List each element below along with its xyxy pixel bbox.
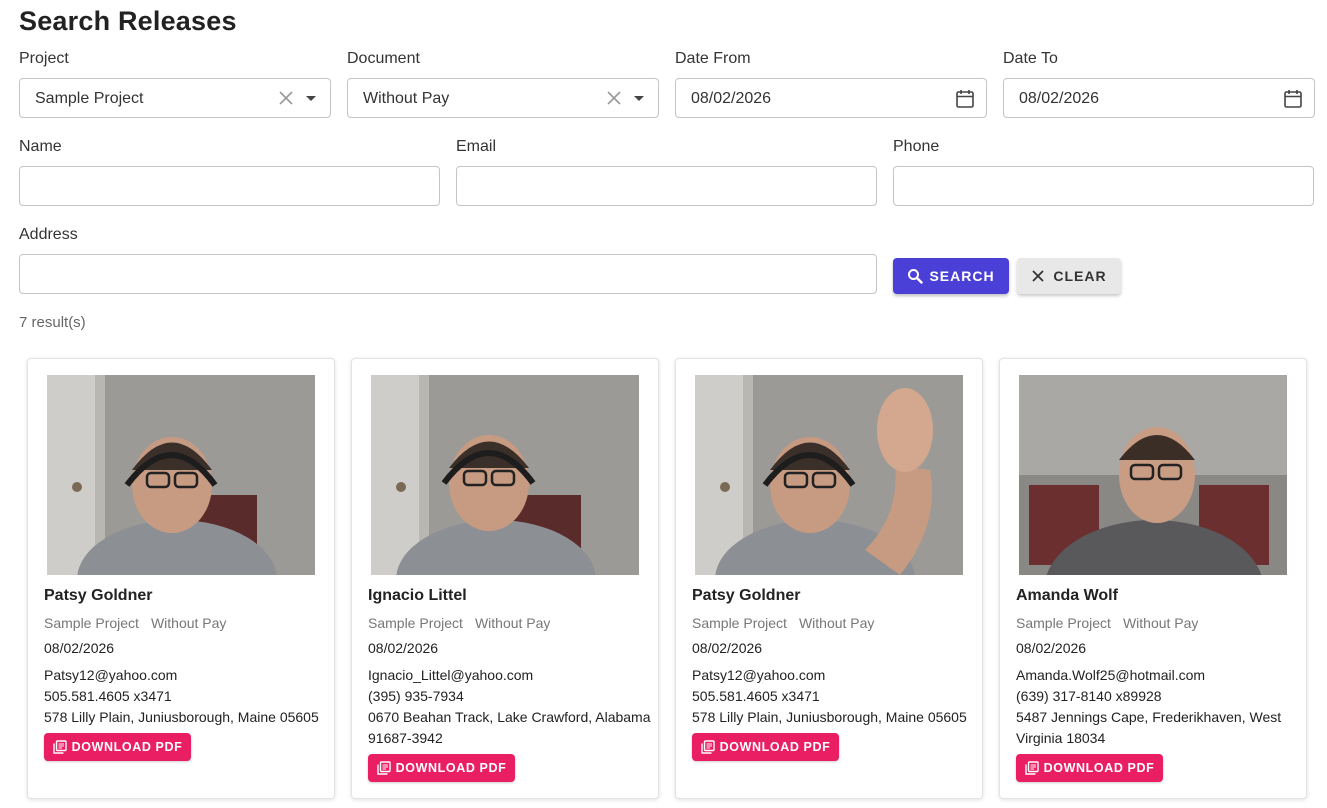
date-to-value: 08/02/2026 (1019, 90, 1100, 107)
email-field[interactable] (456, 166, 877, 206)
pdf-icon (376, 761, 391, 775)
card-project: Sample Project (1016, 615, 1111, 631)
project-label: Project (19, 50, 69, 67)
card-contact: Patsy12@yahoo.com 505.581.4605 x3471 578… (692, 665, 976, 728)
card-meta: Sample Project Without Pay (1016, 615, 1198, 631)
project-select[interactable]: Sample Project (19, 78, 331, 118)
card-date: 08/02/2026 (44, 640, 115, 656)
card-name: Patsy Goldner (44, 587, 153, 604)
project-value: Sample Project (35, 90, 144, 107)
clear-document-icon[interactable] (604, 88, 624, 108)
download-pdf-button[interactable]: DOWNLOAD PDF (368, 754, 515, 782)
document-value: Without Pay (363, 90, 450, 107)
close-icon (1032, 270, 1045, 282)
results-count: 7 result(s) (19, 314, 86, 331)
card-document: Without Pay (150, 615, 227, 631)
document-label: Document (347, 50, 420, 67)
date-to-label: Date To (1003, 50, 1058, 67)
card-date: 08/02/2026 (692, 640, 763, 656)
download-pdf-label: DOWNLOAD PDF (1043, 761, 1155, 775)
card-phone: (639) 317-8140 x89928 (1016, 688, 1162, 704)
search-button[interactable]: SEARCH (893, 258, 1009, 294)
download-pdf-button[interactable]: DOWNLOAD PDF (1016, 754, 1163, 782)
address-field[interactable] (19, 254, 877, 294)
clear-project-icon[interactable] (276, 88, 296, 108)
pdf-icon (1024, 761, 1039, 775)
card-document: Without Pay (798, 615, 875, 631)
card-address: 578 Lilly Plain, Juniusborough, Maine 05… (692, 709, 967, 725)
card-email: Ignacio_Littel@yahoo.com (368, 667, 534, 683)
card-meta: Sample Project Without Pay (368, 615, 550, 631)
calendar-icon[interactable] (954, 88, 976, 110)
card-document: Without Pay (474, 615, 551, 631)
card-meta: Sample Project Without Pay (44, 615, 226, 631)
release-card: Patsy Goldner Sample Project Without Pay … (27, 358, 335, 799)
card-phone: (395) 935-7934 (368, 688, 464, 704)
date-from-label: Date From (675, 50, 751, 67)
person-photo (1019, 375, 1287, 575)
download-pdf-button[interactable]: DOWNLOAD PDF (692, 733, 839, 761)
chevron-down-icon[interactable] (634, 96, 644, 101)
search-button-label: SEARCH (929, 268, 995, 284)
date-to-input[interactable]: 08/02/2026 (1003, 78, 1315, 118)
card-email: Patsy12@yahoo.com (44, 667, 178, 683)
download-pdf-button[interactable]: DOWNLOAD PDF (44, 733, 191, 761)
card-name: Ignacio Littel (368, 587, 467, 604)
address-label: Address (19, 226, 78, 243)
card-name: Amanda Wolf (1016, 587, 1118, 604)
calendar-icon[interactable] (1282, 88, 1304, 110)
card-phone: 505.581.4605 x3471 (692, 688, 820, 704)
card-project: Sample Project (44, 615, 139, 631)
date-from-value: 08/02/2026 (691, 90, 772, 107)
release-card: Patsy Goldner Sample Project Without Pay … (675, 358, 983, 799)
card-name: Patsy Goldner (692, 587, 801, 604)
phone-field[interactable] (893, 166, 1314, 206)
card-document: Without Pay (1122, 615, 1199, 631)
pdf-icon (52, 740, 67, 754)
document-select[interactable]: Without Pay (347, 78, 659, 118)
page-title: Search Releases (19, 6, 237, 36)
card-contact: Amanda.Wolf25@hotmail.com (639) 317-8140… (1016, 665, 1300, 749)
card-address: 578 Lilly Plain, Juniusborough, Maine 05… (44, 709, 319, 725)
person-photo (371, 375, 639, 575)
download-pdf-label: DOWNLOAD PDF (395, 761, 507, 775)
name-label: Name (19, 138, 62, 155)
download-pdf-label: DOWNLOAD PDF (719, 740, 831, 754)
pdf-icon (700, 740, 715, 754)
card-address: 5487 Jennings Cape, Frederikhaven, West … (1016, 709, 1282, 746)
download-pdf-label: DOWNLOAD PDF (71, 740, 183, 754)
card-email: Patsy12@yahoo.com (692, 667, 826, 683)
release-card: Amanda Wolf Sample Project Without Pay 08… (999, 358, 1307, 799)
phone-label: Phone (893, 138, 940, 155)
person-photo (47, 375, 315, 575)
clear-button[interactable]: CLEAR (1017, 258, 1121, 294)
chevron-down-icon[interactable] (306, 96, 316, 101)
card-project: Sample Project (692, 615, 787, 631)
card-project: Sample Project (368, 615, 463, 631)
card-contact: Patsy12@yahoo.com 505.581.4605 x3471 578… (44, 665, 328, 728)
email-label: Email (456, 138, 497, 155)
card-date: 08/02/2026 (1016, 640, 1087, 656)
search-icon (908, 269, 924, 284)
card-phone: 505.581.4605 x3471 (44, 688, 172, 704)
card-email: Amanda.Wolf25@hotmail.com (1016, 667, 1206, 683)
person-photo (695, 375, 963, 575)
card-meta: Sample Project Without Pay (692, 615, 874, 631)
release-card: Ignacio Littel Sample Project Without Pay… (351, 358, 659, 799)
card-date: 08/02/2026 (368, 640, 439, 656)
card-address: 0670 Beahan Track, Lake Crawford, Alabam… (368, 709, 651, 746)
card-contact: Ignacio_Littel@yahoo.com (395) 935-7934 … (368, 665, 652, 749)
date-from-input[interactable]: 08/02/2026 (675, 78, 987, 118)
clear-button-label: CLEAR (1053, 268, 1107, 284)
name-field[interactable] (19, 166, 440, 206)
